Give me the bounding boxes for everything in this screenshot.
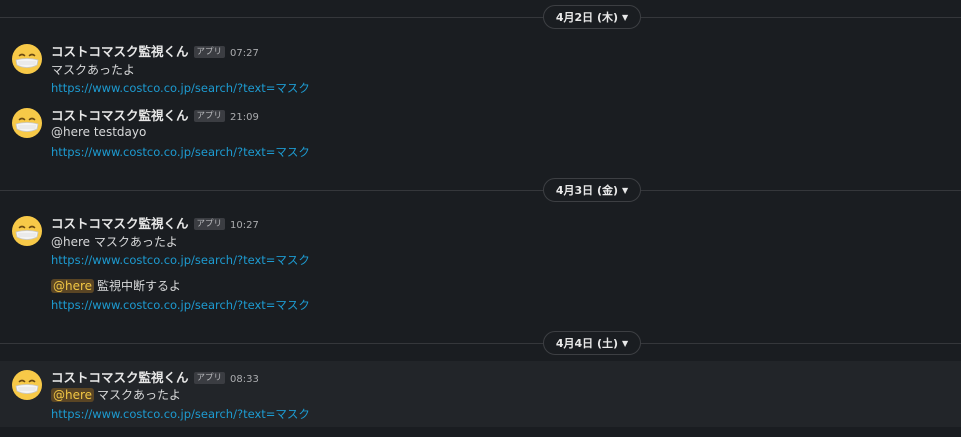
followup-link[interactable]: https://www.costco.co.jp/search/?text=マス… — [51, 297, 310, 313]
message[interactable]: コストコマスク監視くん アプリ 21:09 @here testdayo https… — [0, 102, 961, 164]
divider-line — [0, 343, 961, 344]
message-text: @here マスクあったよ — [51, 235, 178, 249]
timestamp[interactable]: 07:27 — [230, 48, 259, 59]
chevron-down-icon: ▼ — [622, 338, 629, 348]
chevron-down-icon: ▼ — [622, 12, 629, 22]
timestamp[interactable]: 21:09 — [230, 112, 259, 123]
followup-text: @here 監視中断するよ — [51, 277, 181, 294]
date-jump-button[interactable]: 4月4日 (土) ▼ — [543, 331, 641, 355]
here-mention[interactable]: @here — [51, 388, 95, 402]
here-mention[interactable]: @here — [51, 279, 95, 293]
followup-text-body: 監視中断するよ — [97, 279, 182, 293]
message-text: @here マスクあったよ — [51, 386, 181, 403]
message-link[interactable]: https://www.costco.co.jp/search/?text=マス… — [51, 252, 310, 268]
face-with-mask-icon[interactable] — [11, 107, 43, 139]
message-text: @here testdayo — [51, 125, 147, 139]
chevron-down-icon: ▼ — [622, 185, 629, 195]
divider-line — [0, 190, 961, 191]
sender-name[interactable]: コストコマスク監視くん — [51, 108, 189, 123]
app-badge: アプリ — [193, 46, 226, 58]
date-label: 4月3日 (金) — [555, 184, 619, 197]
timestamp[interactable]: 08:33 — [230, 374, 259, 385]
date-label: 4月2日 (木) — [555, 11, 619, 24]
date-divider: 4月4日 (土) ▼ — [0, 331, 961, 357]
app-badge: アプリ — [193, 110, 226, 122]
message-text-body: マスクあったよ — [97, 388, 182, 402]
message-link[interactable]: https://www.costco.co.jp/search/?text=マス… — [51, 406, 310, 422]
message[interactable]: コストコマスク監視くん アプリ 08:33 @here マスクあったよ https:/… — [0, 361, 961, 427]
date-label: 4月4日 (土) — [555, 337, 619, 350]
date-jump-button[interactable]: 4月2日 (木) ▼ — [543, 5, 641, 29]
date-jump-button[interactable]: 4月3日 (金) ▼ — [543, 178, 641, 202]
message-text: マスクあったよ — [51, 63, 136, 77]
sender-name[interactable]: コストコマスク監視くん — [51, 44, 189, 59]
face-with-mask-icon[interactable] — [11, 43, 43, 75]
date-divider: 4月3日 (金) ▼ — [0, 178, 961, 204]
app-badge: アプリ — [193, 218, 226, 230]
timestamp[interactable]: 10:27 — [230, 220, 259, 231]
date-divider: 4月2日 (木) ▼ — [0, 5, 961, 31]
app-badge: アプリ — [193, 372, 226, 384]
message-link[interactable]: https://www.costco.co.jp/search/?text=マス… — [51, 144, 310, 160]
message-link[interactable]: https://www.costco.co.jp/search/?text=マス… — [51, 80, 310, 96]
message[interactable]: コストコマスク監視くん アプリ 10:27 @here マスクあったよ https:… — [0, 210, 961, 318]
face-with-mask-icon[interactable] — [11, 215, 43, 247]
message[interactable]: コストコマスク監視くん アプリ 07:27 マスクあったよ https://www.… — [0, 38, 961, 100]
sender-name[interactable]: コストコマスク監視くん — [51, 370, 189, 385]
sender-name[interactable]: コストコマスク監視くん — [51, 216, 189, 231]
face-with-mask-icon[interactable] — [11, 369, 43, 401]
divider-line — [0, 17, 961, 18]
